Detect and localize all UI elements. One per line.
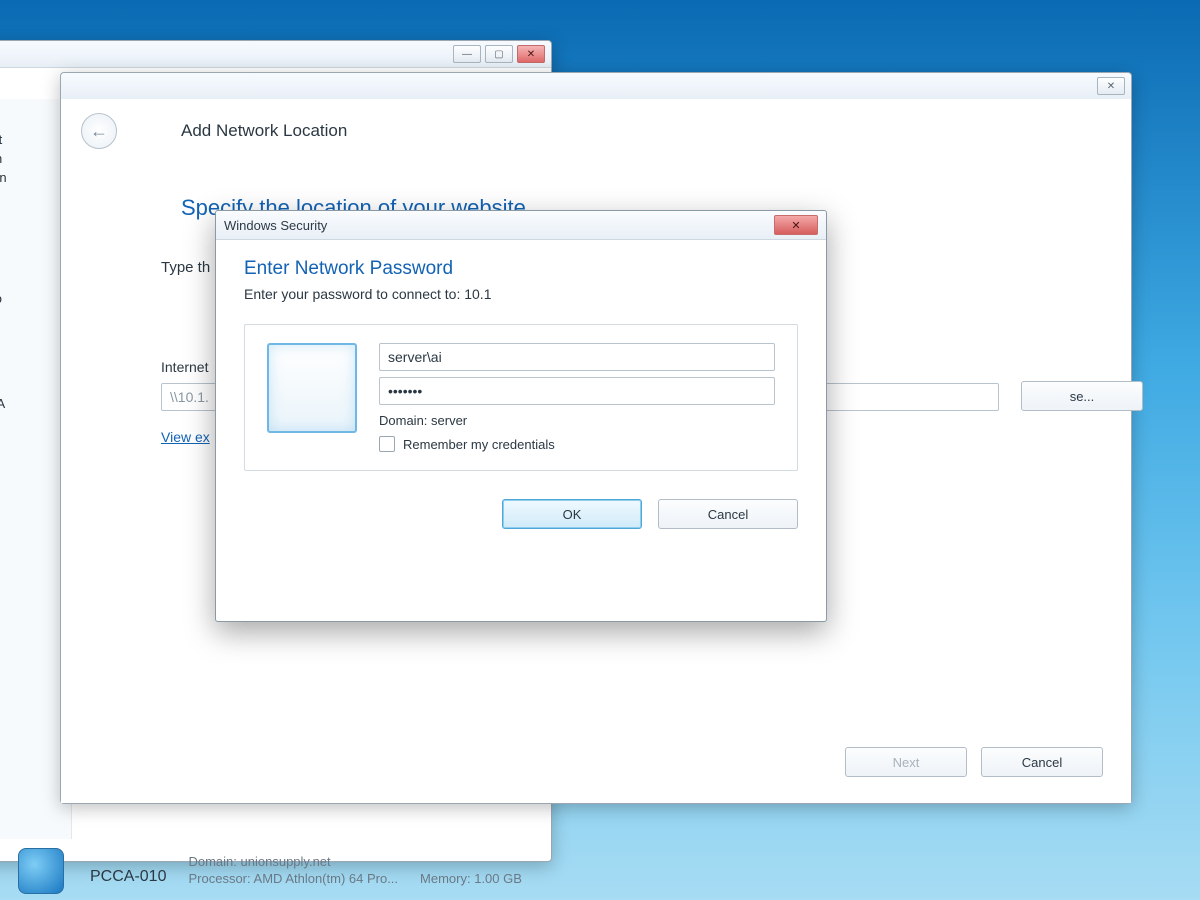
domain-val: unionsupply.net [241,854,331,869]
credential-fields: server\ai ••••••• Domain: server Remembe… [379,343,775,452]
processor-key: Processor: [188,871,250,886]
hostname: PCCA-010 [90,868,166,886]
remember-label: Remember my credentials [403,437,555,452]
security-subtext: Enter your password to connect to: 10.1 [244,286,798,302]
system-info-bar: PCCA-010 Domain: unionsupply.net Process… [90,854,522,886]
credential-box: server\ai ••••••• Domain: server Remembe… [244,324,798,471]
browse-button[interactable]: se... [1021,381,1143,411]
password-input[interactable]: ••••••• [379,377,775,405]
wizard-title: Add Network Location [181,121,347,141]
security-body: Enter Network Password Enter your passwo… [216,240,826,529]
security-heading: Enter Network Password [244,258,798,280]
browse-label: se... [1070,389,1095,404]
start-button-icon[interactable] [18,848,64,894]
cancel-label: Cancel [1022,755,1062,770]
domain-key: Domain: [188,854,236,869]
processor-val: AMD Athlon(tm) 64 Pro... [254,871,399,886]
wizard-prompt: Type th [161,259,210,276]
cancel-button[interactable]: Cancel [981,747,1103,777]
remember-checkbox[interactable] [379,436,395,452]
domain-label: Domain: server [379,413,775,428]
username-value: server\ai [388,349,442,365]
memory-val: 1.00 GB [474,871,522,886]
security-cancel-button[interactable]: Cancel [658,499,798,529]
address-field-label: Internet [161,359,208,375]
next-button[interactable]: Next [845,747,967,777]
windows-security-dialog: Windows Security ✕ Enter Network Passwor… [215,210,827,622]
memory-key: Memory: [420,871,471,886]
network-address-value: \\10.1. [170,389,209,405]
memory-kv: Memory: 1.00 GB [420,871,522,886]
password-value: ••••••• [388,383,422,399]
wizard-close-button[interactable]: ✕ [1097,77,1125,95]
close-icon: ✕ [791,219,800,232]
ok-label: OK [563,507,582,522]
security-window-title: Windows Security [224,218,327,233]
back-button[interactable]: ← [81,113,117,149]
user-avatar-icon [267,343,357,433]
sysinfo-col1: Domain: unionsupply.net Processor: AMD A… [188,854,398,886]
security-close-button[interactable]: ✕ [774,215,818,235]
wizard-titlebar: ✕ [61,73,1131,100]
arrow-left-icon: ← [90,121,108,142]
username-input[interactable]: server\ai [379,343,775,371]
ok-button[interactable]: OK [502,499,642,529]
remember-credentials-row[interactable]: Remember my credentials [379,436,775,452]
explorer-titlebar: — ▢ ✕ [0,41,551,68]
close-button[interactable]: ✕ [517,45,545,63]
security-cancel-label: Cancel [708,507,748,522]
next-label: Next [893,755,920,770]
maximize-button[interactable]: ▢ [485,45,513,63]
minimize-button[interactable]: — [453,45,481,63]
security-titlebar: Windows Security ✕ [216,211,826,240]
domain-kv: Domain: unionsupply.net [188,854,398,869]
wizard-button-row: Next Cancel [845,747,1103,777]
processor-kv: Processor: AMD Athlon(tm) 64 Pro... [188,871,398,886]
sysinfo-col2: Memory: 1.00 GB [420,871,522,886]
security-button-row: OK Cancel [244,499,798,529]
view-examples-link[interactable]: View ex [161,429,210,445]
